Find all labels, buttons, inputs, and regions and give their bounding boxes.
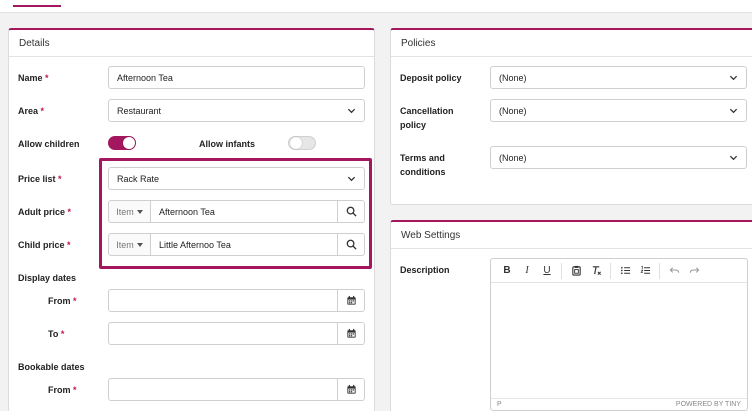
clear-formatting-button[interactable]	[586, 261, 606, 281]
redo-icon	[689, 267, 699, 273]
bookable-from-input[interactable]	[108, 378, 338, 401]
allow-infants-label: Allow infants	[199, 139, 255, 149]
cancellation-policy-value: (None)	[499, 105, 527, 116]
cancellation-policy-label: Cancellation policy	[400, 106, 454, 130]
adult-price-label: Adult price *	[18, 207, 72, 217]
bold-button[interactable]: B	[497, 261, 517, 281]
underline-button[interactable]: U	[537, 261, 557, 281]
terms-conditions-select[interactable]: (None)	[490, 146, 747, 169]
deposit-policy-value: (None)	[499, 72, 527, 83]
paste-button[interactable]	[566, 261, 586, 281]
clipboard-icon	[571, 265, 581, 276]
terms-conditions-value: (None)	[499, 152, 527, 163]
details-title: Details	[19, 37, 50, 49]
bookable-from-calendar-button[interactable]	[337, 378, 365, 401]
bullet-list-button[interactable]	[615, 261, 635, 281]
price-list-label: Price list *	[18, 174, 62, 184]
child-price-label: Child price *	[18, 240, 71, 250]
policies-header: Policies	[391, 30, 752, 57]
chevron-down-icon	[728, 73, 738, 83]
details-header: Details	[9, 30, 374, 57]
toggle-knob	[290, 137, 302, 149]
bullet-list-icon	[620, 266, 630, 275]
redo-button[interactable]	[684, 261, 704, 281]
chevron-down-icon	[346, 106, 356, 116]
toolbar-separator	[561, 262, 562, 279]
allow-children-label: Allow children	[18, 139, 80, 149]
area-value: Restaurant	[117, 105, 162, 116]
allow-infants-toggle[interactable]	[288, 136, 316, 150]
toolbar-separator	[610, 262, 611, 279]
display-to-calendar-button[interactable]	[337, 322, 365, 345]
active-tab-indicator	[13, 5, 61, 7]
area-label: Area *	[18, 106, 45, 116]
display-dates-label: Display dates	[18, 273, 77, 283]
chevron-down-icon	[728, 106, 738, 116]
cancellation-policy-select[interactable]: (None)	[490, 99, 747, 122]
calendar-icon	[346, 295, 356, 305]
editor-statusbar: P POWERED BY TINY	[491, 398, 747, 410]
undo-button[interactable]	[664, 261, 684, 281]
name-input[interactable]: Afternoon Tea	[108, 66, 365, 89]
terms-conditions-label: Terms and conditions	[400, 153, 446, 177]
editor-toolbar: B I U	[491, 259, 747, 283]
description-editor[interactable]: B I U P POWERED BY TINY	[490, 258, 748, 411]
name-value: Afternoon Tea	[117, 72, 173, 83]
name-label: Name *	[18, 73, 49, 83]
display-from-calendar-button[interactable]	[337, 289, 365, 312]
toolbar-separator	[659, 262, 660, 279]
policies-title: Policies	[401, 37, 436, 49]
display-from-input[interactable]	[108, 289, 338, 312]
calendar-icon	[346, 328, 356, 338]
display-to-label: To *	[48, 329, 65, 339]
deposit-policy-select[interactable]: (None)	[490, 66, 747, 89]
display-from-label: From *	[48, 296, 77, 306]
numbered-list-icon	[639, 265, 650, 274]
top-tab-bar	[0, 0, 752, 13]
italic-button[interactable]: I	[517, 261, 537, 281]
deposit-policy-label: Deposit policy	[400, 73, 462, 83]
calendar-icon	[346, 384, 356, 394]
web-settings-header: Web Settings	[391, 222, 752, 249]
web-settings-title: Web Settings	[401, 229, 461, 241]
price-highlight-box	[99, 158, 372, 269]
allow-children-toggle[interactable]	[108, 136, 136, 150]
area-select[interactable]: Restaurant	[108, 99, 365, 122]
chevron-down-icon	[728, 153, 738, 163]
toggle-knob	[123, 137, 135, 149]
numbered-list-button[interactable]	[635, 261, 655, 281]
clear-formatting-icon	[592, 266, 601, 275]
editor-path: P	[497, 401, 502, 408]
undo-icon	[669, 267, 679, 273]
powered-by-tiny[interactable]: POWERED BY TINY	[676, 401, 741, 408]
display-to-input[interactable]	[108, 322, 338, 345]
bookable-dates-label: Bookable dates	[18, 362, 85, 372]
description-label: Description	[400, 265, 450, 275]
bookable-from-label: From *	[48, 385, 77, 395]
